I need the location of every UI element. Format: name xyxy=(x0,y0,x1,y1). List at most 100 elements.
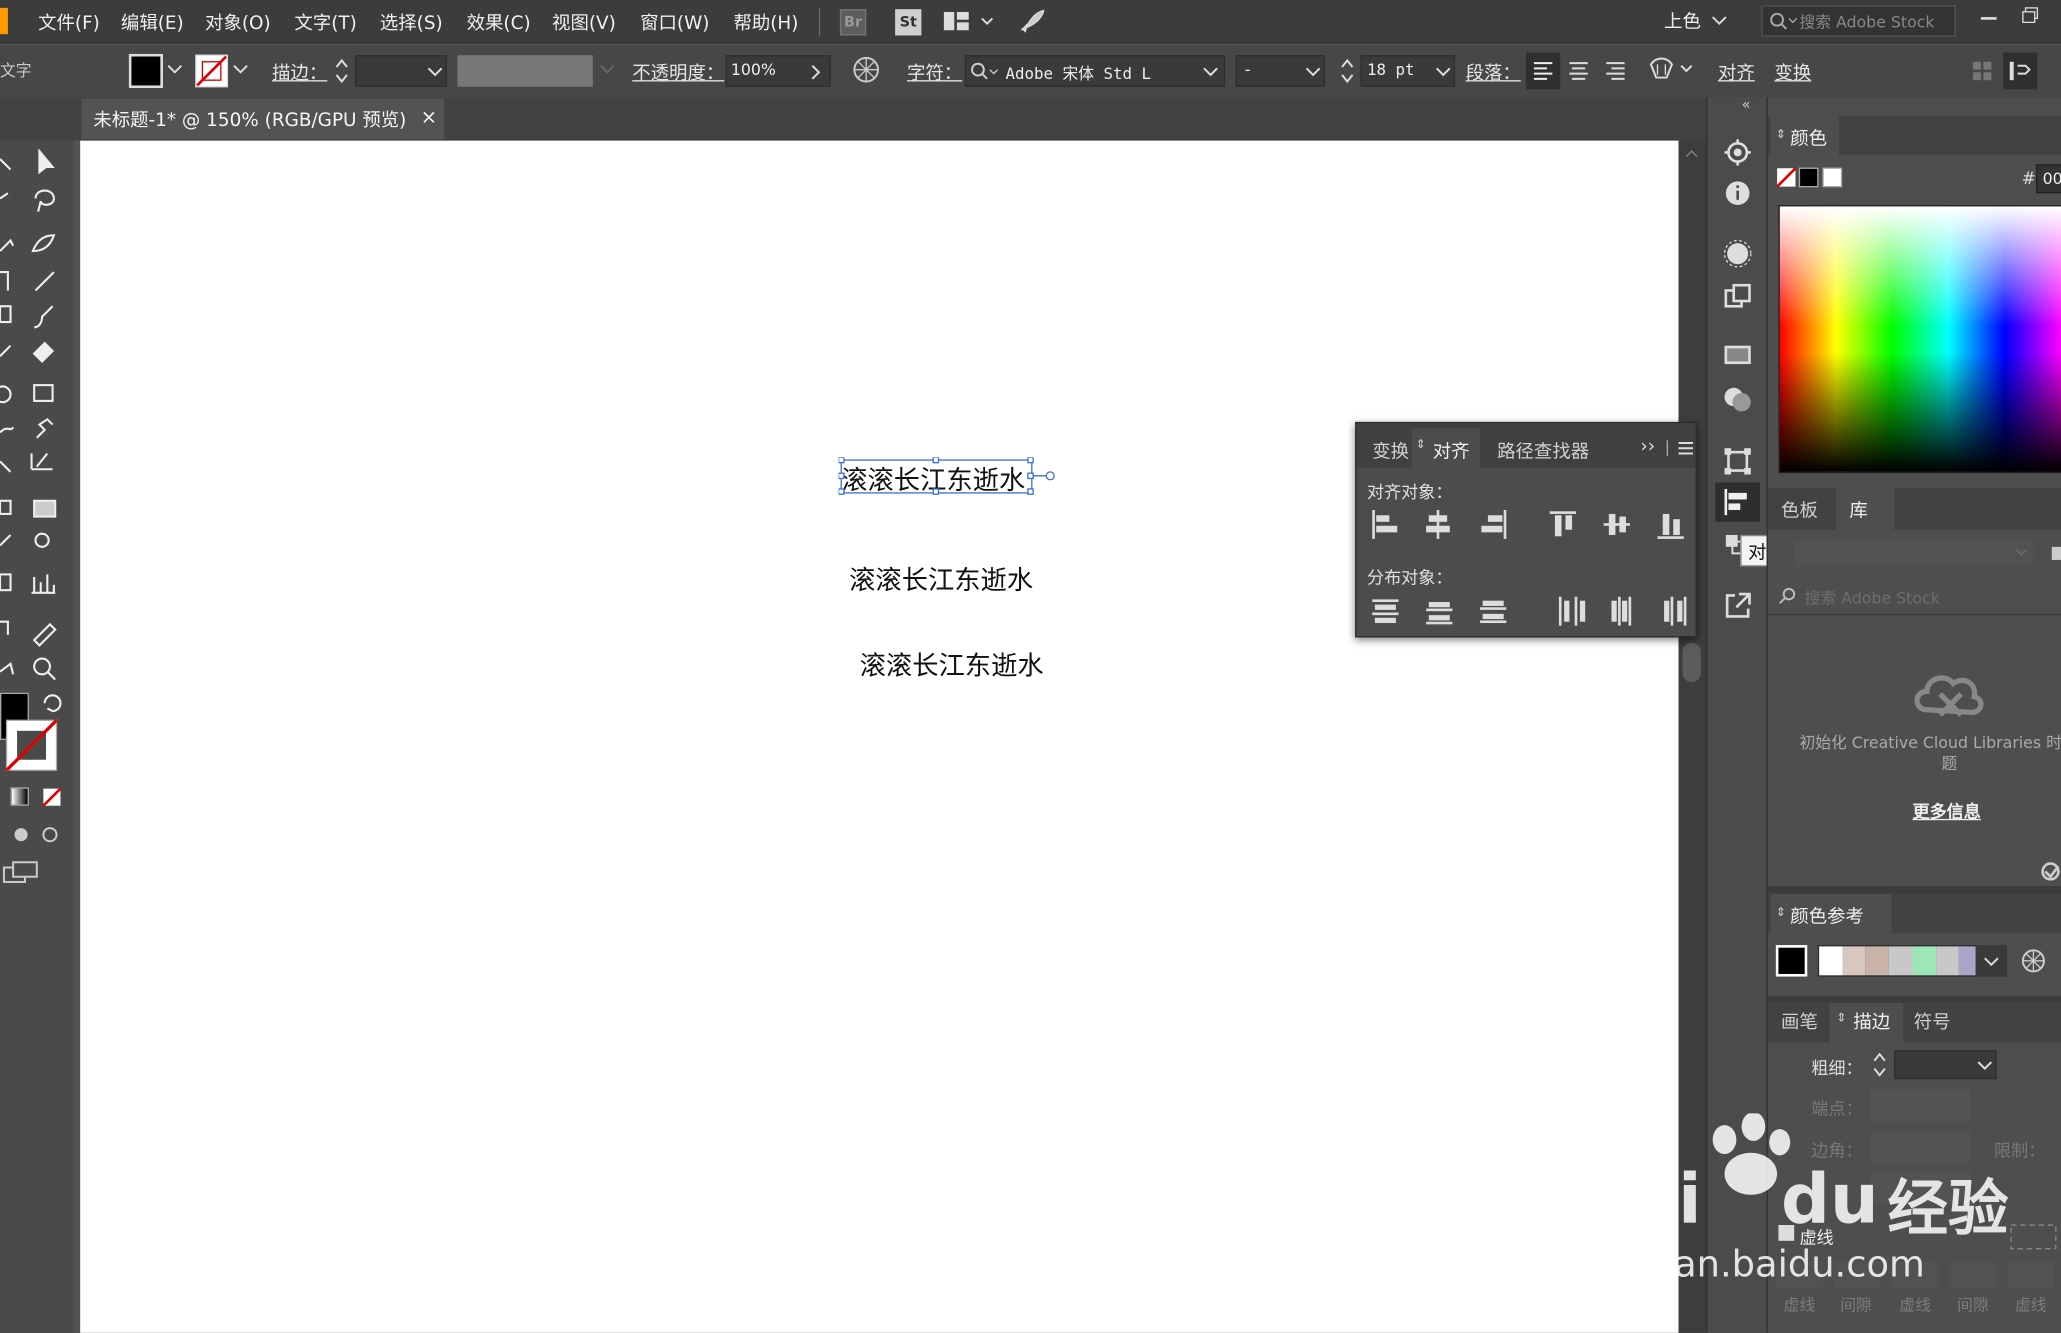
menu-effect[interactable]: 效果(C) xyxy=(467,9,531,35)
globe-icon[interactable] xyxy=(1648,57,1695,83)
vertical-scrollbar[interactable] xyxy=(1678,140,1707,1333)
external-link-icon[interactable] xyxy=(1723,591,1752,620)
align-center-icon[interactable] xyxy=(1568,60,1589,81)
menu-window[interactable]: 窗口(W) xyxy=(640,9,709,35)
panel-menu-button[interactable] xyxy=(2003,52,2038,90)
chevron-down-icon[interactable] xyxy=(233,64,249,75)
stepper-icon[interactable] xyxy=(334,55,350,87)
menu-object[interactable]: 对象(O) xyxy=(205,9,271,35)
tab-stroke[interactable]: 描边 xyxy=(1853,1008,1890,1034)
stock-icon[interactable]: St xyxy=(895,9,922,36)
workspace-switcher[interactable]: 上色 xyxy=(1664,8,1701,34)
menu-view[interactable]: 视图(V) xyxy=(552,9,616,35)
align-right-icon[interactable] xyxy=(1605,60,1626,81)
arrange-documents-icon[interactable] xyxy=(943,11,997,33)
isolate-icon[interactable] xyxy=(1972,60,1993,81)
stroke-none-swatch[interactable] xyxy=(195,54,229,88)
align-stroke-buttons[interactable] xyxy=(1870,1171,1971,1203)
tab-libraries[interactable]: 库 xyxy=(1849,497,1867,523)
font-style-dropdown[interactable]: - xyxy=(1235,55,1325,87)
align-panel-button[interactable] xyxy=(1715,482,1761,522)
transform-link[interactable]: 变换 xyxy=(1774,59,1811,85)
paragraph-label[interactable]: 段落： xyxy=(1466,59,1521,85)
stepper-icon[interactable] xyxy=(1339,55,1355,87)
text-object[interactable]: 滚滚长江东逝水 xyxy=(860,644,1044,682)
stroke-weight-dropdown[interactable] xyxy=(1894,1050,1997,1080)
corner-buttons[interactable] xyxy=(1870,1131,1971,1164)
gradient-mode-icon[interactable] xyxy=(10,787,29,806)
font-size-input[interactable]: 18 pt xyxy=(1360,55,1456,87)
color-spectrum[interactable] xyxy=(1778,205,2061,474)
tab-align[interactable]: 对齐 xyxy=(1433,438,1470,464)
tab-brushes[interactable]: 画笔 xyxy=(1781,1008,1818,1034)
harmony-dropdown[interactable] xyxy=(1975,945,2008,977)
opacity-label[interactable]: 不透明度： xyxy=(632,59,724,85)
stroke-color-box[interactable] xyxy=(5,719,58,772)
dash-fields[interactable] xyxy=(1768,1259,2061,1296)
menu-select[interactable]: 选择(S) xyxy=(380,9,443,35)
chevron-down-icon[interactable] xyxy=(1711,16,1727,27)
selection-bounding-box[interactable] xyxy=(838,457,1057,496)
restore-icon[interactable] xyxy=(2022,7,2040,25)
bridge-icon[interactable]: Br xyxy=(839,9,867,36)
minimize-icon[interactable] xyxy=(1980,17,1997,20)
harmony-swatches[interactable] xyxy=(1817,945,1979,977)
dash-checkbox[interactable] xyxy=(1778,1225,1795,1241)
dash-align-icon[interactable] xyxy=(2010,1224,2057,1250)
library-view-icon[interactable] xyxy=(2050,545,2061,561)
menu-edit[interactable]: 编辑(E) xyxy=(121,9,184,35)
hex-input[interactable]: 00 xyxy=(2036,164,2061,194)
menu-file[interactable]: 文件(F) xyxy=(38,9,100,35)
variable-width-profile[interactable] xyxy=(457,55,593,87)
stepper-icon[interactable] xyxy=(1872,1049,1888,1081)
align-left-button[interactable] xyxy=(1526,52,1561,90)
fill-swatch[interactable] xyxy=(128,53,163,89)
text-object[interactable]: 滚滚长江东逝水 xyxy=(849,559,1033,597)
color-mode-swatches[interactable] xyxy=(1776,167,1844,191)
color-guide-title[interactable]: 颜色参考 xyxy=(1790,903,1864,929)
cc-sync-icon[interactable] xyxy=(2039,860,2061,881)
menu-type[interactable]: 文字(T) xyxy=(294,9,356,35)
document-tab[interactable]: 未标题-1* @ 150% (RGB/GPU 预览) × xyxy=(81,98,445,140)
expand-panel-icon[interactable]: ›› xyxy=(1640,436,1655,457)
tab-pathfinder[interactable]: 路径查找器 xyxy=(1497,438,1589,464)
chevron-down-icon[interactable] xyxy=(167,64,183,75)
draw-mode-icon[interactable] xyxy=(5,824,63,845)
stroke-weight-dropdown[interactable] xyxy=(354,55,447,87)
gradient-panel-icon[interactable] xyxy=(1723,344,1752,365)
transparency-icon[interactable] xyxy=(1723,385,1752,414)
brushes-icon[interactable] xyxy=(1723,239,1752,268)
stroke-label[interactable]: 描边： xyxy=(272,59,327,85)
recolor-artwork-icon[interactable] xyxy=(2020,948,2046,974)
character-label[interactable]: 字符： xyxy=(907,59,962,85)
menu-help[interactable]: 帮助(H) xyxy=(733,9,798,35)
color-panel-title[interactable]: 颜色 xyxy=(1790,125,1827,151)
more-info-link[interactable]: 更多信息 xyxy=(1912,798,1980,823)
library-dropdown[interactable] xyxy=(1794,540,2034,567)
screen-mode-icon[interactable] xyxy=(2,861,40,885)
collapse-icon[interactable]: « xyxy=(1742,96,1751,113)
cap-buttons[interactable] xyxy=(1870,1089,1971,1122)
base-color-swatch[interactable] xyxy=(1775,945,1808,977)
recolor-artwork-icon[interactable] xyxy=(852,55,881,84)
font-family-dropdown[interactable]: Adobe 宋体 Std L xyxy=(964,55,1226,87)
none-mode-icon[interactable] xyxy=(42,787,62,807)
align-object-buttons[interactable] xyxy=(1367,507,1696,541)
stock-search-input[interactable]: 搜索 Adobe Stock xyxy=(1761,5,1956,37)
info-icon[interactable] xyxy=(1725,180,1751,206)
gpu-rocket-icon[interactable] xyxy=(1017,8,1046,34)
scroll-up-icon[interactable] xyxy=(1685,149,1698,160)
artboard-canvas[interactable]: 滚滚长江东逝水 滚滚长江东逝水 滚滚长江东逝水 xyxy=(80,140,1679,1333)
align-link[interactable]: 对齐 xyxy=(1718,59,1755,85)
tab-transform[interactable]: 变换 xyxy=(1372,438,1409,464)
panel-menu-icon[interactable] xyxy=(1678,441,1695,455)
distribute-object-buttons[interactable] xyxy=(1367,594,1696,628)
asset-export-icon[interactable] xyxy=(1723,283,1752,312)
close-tab-icon[interactable]: × xyxy=(421,105,438,129)
tab-symbols[interactable]: 符号 xyxy=(1914,1008,1951,1034)
transform-panel-icon[interactable] xyxy=(1723,447,1752,476)
opacity-input[interactable]: 100% xyxy=(725,55,831,87)
scrollbar-thumb[interactable] xyxy=(1682,642,1701,683)
appearance-icon[interactable] xyxy=(1722,137,1754,169)
tab-swatches[interactable]: 色板 xyxy=(1781,497,1818,523)
